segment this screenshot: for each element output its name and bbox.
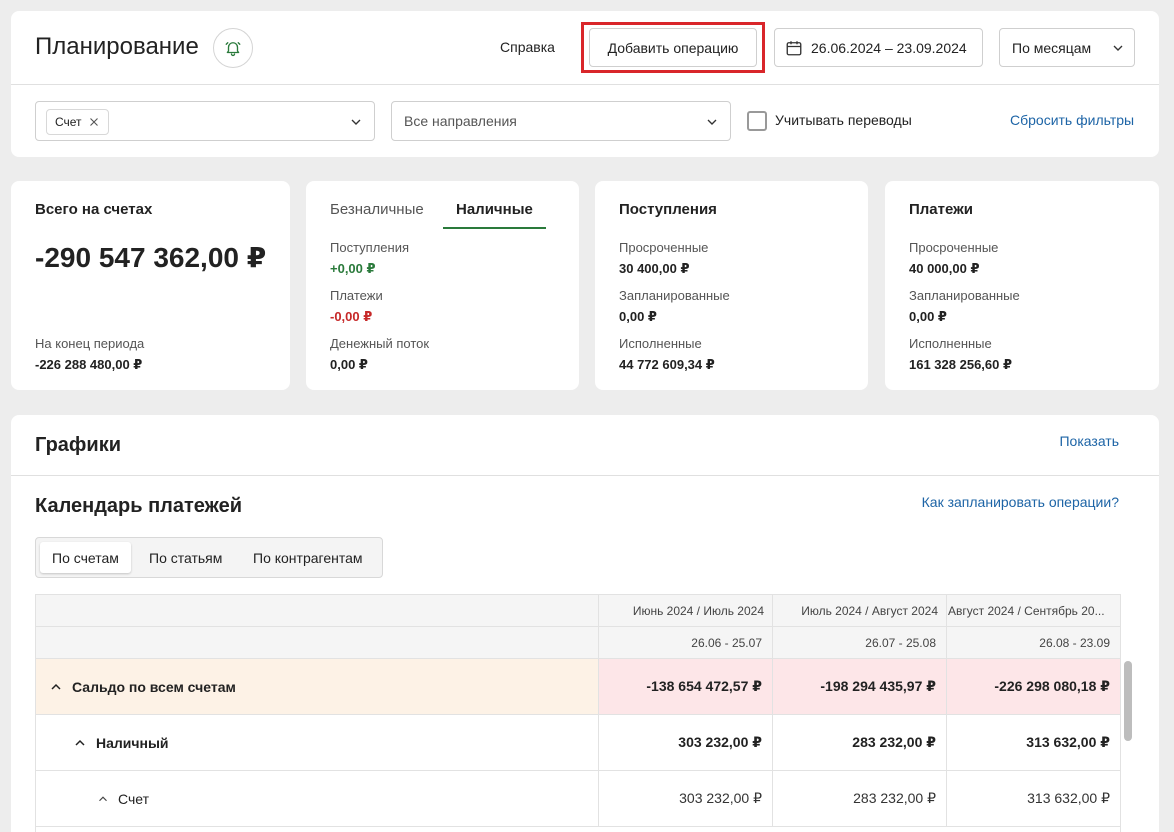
header-range-3: 26.08 - 23.09 — [946, 627, 1120, 658]
chevron-up-icon[interactable] — [72, 735, 88, 751]
end-period-value: -226 288 480,00 ₽ — [35, 357, 143, 372]
add-operation-button[interactable]: Добавить операцию — [589, 28, 757, 67]
date-range-picker[interactable]: 26.06.2024 – 23.09.2024 — [774, 28, 983, 67]
payments-card: Платежи Просроченные 40 000,00 ₽ Заплани… — [885, 181, 1159, 390]
directions-placeholder: Все направления — [404, 113, 517, 129]
income-done-label: Исполненные — [619, 336, 702, 351]
date-range-value: 26.06.2024 – 23.09.2024 — [811, 39, 967, 56]
calendar-view-tabs: По счетам По статьям По контрагентам — [35, 537, 383, 578]
chevron-up-icon[interactable] — [48, 679, 64, 695]
payments-done-value: 161 328 256,60 ₽ — [909, 357, 1013, 372]
income-label: Поступления — [330, 240, 410, 255]
account-chip[interactable]: Счет — [46, 109, 109, 135]
payments-overdue-label: Просроченные — [909, 240, 999, 255]
payments-label: Платежи — [330, 288, 383, 303]
how-to-plan-link[interactable]: Как запланировать операции? — [922, 494, 1119, 510]
cashflow-label: Денежный поток — [330, 336, 430, 351]
table-cell: -198 294 435,97 ₽ — [772, 659, 946, 714]
row-label-text: Счет — [118, 790, 149, 807]
total-balance-card: Всего на счетах -290 547 362,00 ₽ На кон… — [11, 181, 290, 390]
row-label-text: Сальдо по всем счетам — [72, 678, 236, 695]
payment-type-card: Безналичные Наличные Поступления +0,00 ₽… — [306, 181, 579, 390]
table-cell: 313 632,00 ₽ — [946, 771, 1120, 826]
income-planned-label: Запланированные — [619, 288, 730, 303]
cashflow-value: 0,00 ₽ — [330, 357, 368, 372]
header-range-2: 26.07 - 25.08 — [772, 627, 946, 658]
bell-icon — [225, 42, 241, 57]
income-title: Поступления — [619, 201, 717, 218]
table-cell: 313 632,00 ₽ — [946, 715, 1120, 770]
total-title: Всего на счетах — [35, 201, 153, 218]
payments-overdue-value: 40 000,00 ₽ — [909, 261, 980, 276]
tab-by-accounts[interactable]: По счетам — [40, 542, 131, 573]
table-cell: -226 298 080,18 ₽ — [946, 659, 1120, 714]
table-scrollbar[interactable] — [1124, 661, 1132, 741]
chevron-down-icon — [1113, 45, 1123, 51]
payments-planned-label: Запланированные — [909, 288, 1020, 303]
chevron-down-icon — [707, 119, 717, 125]
row-label-saldo[interactable]: Сальдо по всем счетам — [36, 659, 598, 714]
period-select-value: По месяцам — [1012, 39, 1092, 56]
table-cell: 283 232,00 ₽ — [772, 771, 946, 826]
charts-title: Графики — [35, 434, 122, 456]
table-header-months: Июнь 2024 / Июль 2024 Июль 2024 / Август… — [36, 595, 1120, 627]
account-chip-label: Счет — [55, 115, 82, 129]
table-row[interactable]: Сальдо по всем счетам -138 654 472,57 ₽ … — [36, 659, 1120, 715]
calendar-title: Календарь платежей — [35, 495, 243, 517]
header-card: Планирование Справка Добавить операцию 2… — [11, 11, 1159, 157]
header-period-2: Июль 2024 / Август 2024 — [772, 595, 946, 626]
chevron-up-icon[interactable] — [96, 792, 110, 806]
header-period-3: Август 2024 / Сентябрь 20... — [946, 595, 1120, 626]
income-planned-value: 0,00 ₽ — [619, 309, 657, 324]
tab-cash[interactable]: Наличные — [456, 201, 533, 218]
table-cell: 303 232,00 ₽ — [598, 771, 772, 826]
payments-title: Платежи — [909, 201, 973, 218]
income-overdue-label: Просроченные — [619, 240, 709, 255]
header-range-1: 26.06 - 25.07 — [598, 627, 772, 658]
charts-card: Графики Показать Календарь платежей Как … — [11, 415, 1159, 832]
table-cell: 283 232,00 ₽ — [772, 715, 946, 770]
period-select[interactable]: По месяцам — [999, 28, 1135, 67]
payment-calendar-table: Июнь 2024 / Июль 2024 Июль 2024 / Август… — [35, 594, 1121, 832]
account-filter-select[interactable]: Счет — [35, 101, 375, 141]
total-value: -290 547 362,00 ₽ — [35, 242, 267, 273]
transfers-checkbox-label[interactable]: Учитывать переводы — [775, 112, 912, 128]
directions-filter-select[interactable]: Все направления — [391, 101, 731, 141]
table-row[interactable]: Счет 303 232,00 ₽ 283 232,00 ₽ 313 632,0… — [36, 771, 1120, 827]
active-tab-indicator — [443, 227, 546, 229]
show-charts-link[interactable]: Показать — [1059, 433, 1119, 449]
close-icon[interactable] — [88, 116, 100, 128]
page-title: Планирование — [35, 33, 199, 60]
chevron-down-icon — [351, 119, 361, 125]
table-cell: 303 232,00 ₽ — [598, 715, 772, 770]
table-header-ranges: 26.06 - 25.07 26.07 - 25.08 26.08 - 23.0… — [36, 627, 1120, 659]
tab-by-articles[interactable]: По статьям — [137, 542, 234, 573]
row-label-account[interactable]: Счет — [36, 771, 598, 826]
income-done-value: 44 772 609,34 ₽ — [619, 357, 715, 372]
help-link[interactable]: Справка — [500, 39, 555, 55]
header-divider — [11, 84, 1159, 85]
end-period-label: На конец периода — [35, 336, 145, 351]
transfers-checkbox[interactable] — [747, 111, 767, 131]
income-card: Поступления Просроченные 30 400,00 ₽ Зап… — [595, 181, 868, 390]
row-label-cash[interactable]: Наличный — [36, 715, 598, 770]
header-period-1: Июнь 2024 / Июль 2024 — [598, 595, 772, 626]
calendar-icon — [786, 40, 802, 55]
row-label-text: Наличный — [96, 734, 169, 751]
income-value: +0,00 ₽ — [330, 261, 376, 276]
table-row[interactable]: Наличный 303 232,00 ₽ 283 232,00 ₽ 313 6… — [36, 715, 1120, 771]
payments-value: -0,00 ₽ — [330, 309, 373, 324]
table-cell: -138 654 472,57 ₽ — [598, 659, 772, 714]
tab-by-counterparties[interactable]: По контрагентам — [241, 542, 375, 573]
payments-done-label: Исполненные — [909, 336, 992, 351]
reset-filters-link[interactable]: Сбросить фильтры — [1010, 112, 1134, 128]
notifications-button[interactable] — [213, 28, 253, 68]
tab-noncash[interactable]: Безналичные — [330, 201, 424, 218]
header-empty — [36, 595, 598, 626]
payments-planned-value: 0,00 ₽ — [909, 309, 947, 324]
income-overdue-value: 30 400,00 ₽ — [619, 261, 690, 276]
header-empty — [36, 627, 598, 658]
charts-divider — [11, 475, 1159, 476]
